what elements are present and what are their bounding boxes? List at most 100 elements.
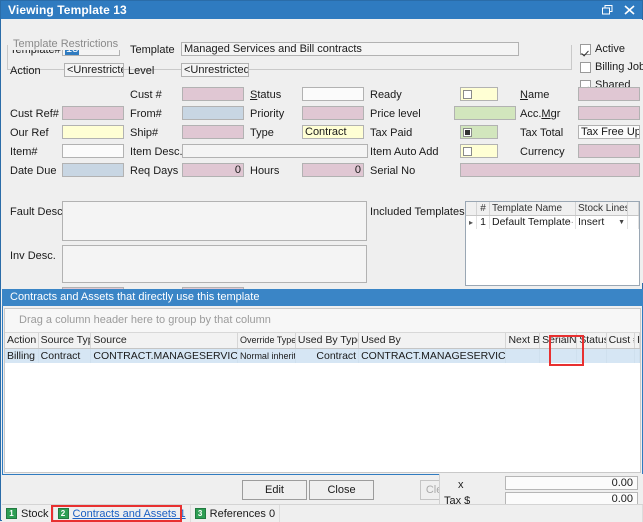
total-row-1-value: 0.00	[505, 476, 638, 490]
checkbox-box	[463, 127, 472, 137]
template-form: Template# 13 Template Managed Services a…	[2, 20, 643, 301]
active-checkbox[interactable]: Active	[580, 43, 625, 56]
table-row[interactable]: ▸ 1 ··· Default Template ▼ Insert	[466, 216, 639, 229]
cell-item-no	[635, 349, 640, 363]
acc-mgr-input[interactable]	[578, 106, 640, 120]
inv-desc-input[interactable]	[62, 245, 367, 283]
column-header-spacer	[628, 202, 639, 215]
column-header-stock-lines[interactable]: Stock Lines	[576, 202, 628, 215]
row-template-name[interactable]: ··· Default Template	[490, 216, 576, 229]
column-header-next-bill[interactable]: Next Bill	[506, 333, 541, 348]
total-row-1-label: x	[458, 479, 464, 491]
action-input[interactable]: <Unrestricted	[64, 63, 124, 77]
item-desc-label: Item Desc.	[130, 146, 183, 158]
status-item-contracts-and-assets[interactable]: 2 Contracts and Assets 1	[50, 505, 191, 522]
included-templates-grid[interactable]: # Template Name Stock Lines ▸ 1 ··· Defau…	[465, 201, 640, 286]
status-input[interactable]	[302, 87, 364, 101]
date-due-input[interactable]	[62, 163, 124, 177]
fault-desc-input[interactable]	[62, 201, 367, 241]
item-auto-add-checkbox[interactable]	[460, 144, 498, 158]
active-label: Active	[595, 43, 625, 55]
ready-checkbox[interactable]	[460, 87, 498, 101]
template-window: Viewing Template 13 Template# 13 Templat…	[0, 0, 643, 522]
column-header-num[interactable]: #	[477, 202, 490, 215]
priority-label: Priority	[250, 108, 285, 120]
cust-ref-input[interactable]	[62, 106, 124, 120]
price-level-input[interactable]	[454, 106, 516, 120]
level-input[interactable]: <Unrestricted	[181, 63, 249, 77]
cust-no-input[interactable]	[182, 87, 244, 101]
req-days-input[interactable]: 0	[182, 163, 244, 177]
edit-button[interactable]: Edit	[242, 480, 307, 500]
column-header-indicator	[466, 202, 477, 215]
tax-total-input[interactable]: Tax Free Up	[578, 125, 640, 139]
column-header-used-by[interactable]: Used By	[359, 333, 507, 348]
contracts-and-assets-highlight	[50, 505, 182, 522]
currency-label: Currency	[520, 146, 565, 158]
inv-desc-label: Inv Desc.	[10, 250, 56, 262]
cell-source-type: Contract	[39, 349, 92, 363]
contracts-panel-title: Contracts and Assets that directly use t…	[2, 289, 643, 306]
item-auto-add-label: Item Auto Add	[370, 146, 439, 158]
cell-used-by-type: Contract	[296, 349, 360, 363]
column-header-item-no[interactable]: Item #	[635, 333, 640, 348]
contracts-grid-header: Action Source Type Source Override Type …	[5, 333, 640, 349]
table-row[interactable]: Billing Contract CONTRACT.MANAGESERVICES…	[5, 349, 640, 363]
template-restrictions-title: Template Restrictions	[10, 38, 122, 50]
status-bar-filler	[280, 505, 643, 522]
row-stock-lines[interactable]: ▼ Insert	[576, 216, 628, 229]
column-header-source[interactable]: Source	[91, 333, 238, 348]
row-num: 1	[477, 216, 490, 229]
hours-input[interactable]: 0	[302, 163, 364, 177]
status-item-references-label: References 0	[209, 507, 276, 520]
serial-no-input[interactable]	[460, 163, 640, 177]
window-titlebar: Viewing Template 13	[1, 1, 642, 19]
billing-job-checkbox[interactable]: Billing Job	[580, 61, 643, 74]
status-item-references[interactable]: 3 References 0	[191, 505, 281, 522]
checkbox-box	[463, 89, 472, 99]
cell-action: Billing	[5, 349, 39, 363]
chevron-down-icon[interactable]: ▼	[618, 216, 625, 229]
price-level-label: Price level	[370, 108, 421, 120]
column-header-used-by-type[interactable]: Used By Type	[296, 333, 360, 348]
column-header-override-type[interactable]: Override Type	[238, 333, 296, 348]
currency-input[interactable]	[578, 144, 640, 158]
item-desc-input[interactable]	[182, 144, 368, 158]
from-no-input[interactable]	[182, 106, 244, 120]
close-button[interactable]: Close	[309, 480, 374, 500]
column-header-action[interactable]: Action	[5, 333, 39, 348]
ship-no-input[interactable]	[182, 125, 244, 139]
cell-override-type: Normal inheritz	[239, 349, 296, 363]
cell-cust-no	[607, 349, 635, 363]
item-no-input[interactable]	[62, 144, 124, 158]
ready-label: Ready	[370, 89, 402, 101]
column-header-template-name[interactable]: Template Name	[490, 202, 576, 215]
date-due-label: Date Due	[10, 165, 57, 177]
contracts-grid[interactable]: Drag a column header here to group by th…	[4, 308, 641, 473]
close-icon[interactable]	[618, 2, 640, 19]
group-by-dropzone[interactable]: Drag a column header here to group by th…	[5, 309, 640, 333]
status-column-highlight	[549, 335, 584, 366]
item-no-label: Item#	[10, 146, 38, 158]
column-header-cust-no[interactable]: Cust #	[607, 333, 635, 348]
type-label: Type	[250, 127, 274, 139]
cust-ref-label: Cust Ref#	[10, 108, 59, 120]
name-input[interactable]	[578, 87, 640, 101]
cell-next-bill	[506, 349, 541, 363]
priority-input[interactable]	[302, 106, 364, 120]
tax-paid-checkbox[interactable]	[460, 125, 498, 139]
status-item-stock-label: Stock	[21, 507, 49, 520]
status-item-stock[interactable]: 1 Stock	[2, 505, 54, 522]
status-label: Status	[250, 89, 282, 101]
tax-total-label: Tax Total	[520, 127, 564, 139]
excel-icon: 1	[6, 508, 17, 519]
from-no-label: From#	[130, 108, 162, 120]
restore-icon[interactable]	[596, 2, 618, 19]
action-label: Action	[10, 65, 41, 77]
column-header-source-type[interactable]: Source Type	[39, 333, 92, 348]
our-ref-input[interactable]	[62, 125, 124, 139]
fault-desc-label: Fault Desc.	[10, 206, 66, 218]
included-templates-header: # Template Name Stock Lines	[466, 202, 639, 216]
tax-paid-label: Tax Paid	[370, 127, 413, 139]
type-input[interactable]: Contract	[302, 125, 364, 139]
